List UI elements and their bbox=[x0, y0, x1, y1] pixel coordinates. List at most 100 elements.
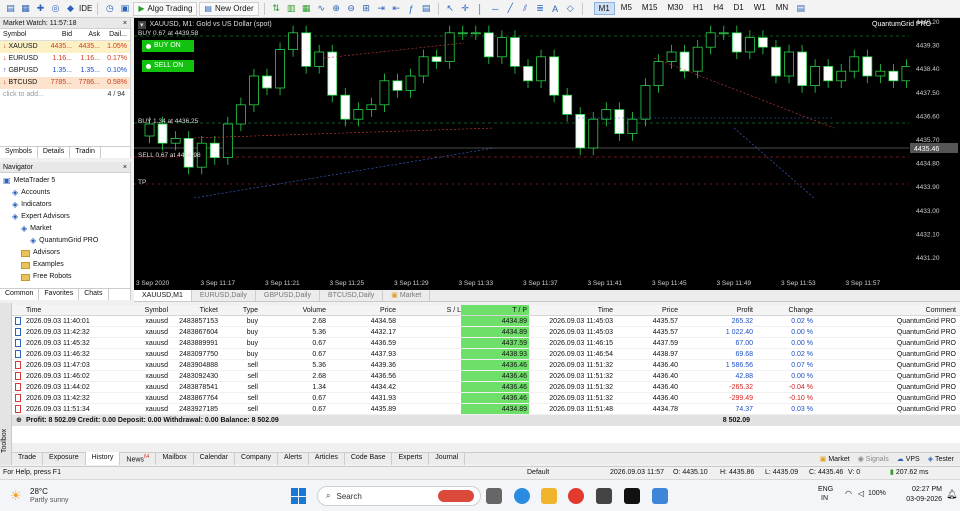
nav-item[interactable]: ◈ Market bbox=[0, 223, 130, 235]
tab-code-base[interactable]: Code Base bbox=[345, 451, 393, 466]
zoom-icon[interactable]: ◎ bbox=[49, 2, 62, 15]
table-row[interactable]: 2026.09.03 11:47:03 xauusd 2483904888 sell 5… bbox=[12, 360, 960, 371]
line-chart-icon[interactable]: ∿ bbox=[315, 2, 328, 15]
windows-start-icon[interactable] bbox=[291, 488, 307, 504]
new-file-icon[interactable]: ▤ bbox=[4, 2, 17, 15]
profiles-icon[interactable]: ▦ bbox=[19, 2, 32, 15]
table-row[interactable]: 2026.09.03 11:46:32 xauusd 2483097750 buy 0.… bbox=[12, 349, 960, 360]
cursor-icon[interactable]: ↖ bbox=[444, 2, 457, 15]
connection-traffic[interactable]: ▮ 207.62 ms bbox=[890, 467, 929, 479]
timeframe-mn[interactable]: MN bbox=[772, 2, 792, 15]
tab-articles[interactable]: Articles bbox=[309, 451, 345, 466]
history-col-header[interactable]: Price bbox=[326, 305, 396, 315]
screenshot-icon[interactable]: ▣ bbox=[118, 2, 131, 15]
table-row[interactable]: 2026.09.03 11:51:34 xauusd 2483927185 sell 0… bbox=[12, 404, 960, 415]
timeframe-m5[interactable]: M5 bbox=[617, 2, 636, 15]
tab-alerts[interactable]: Alerts bbox=[278, 451, 309, 466]
nav-item[interactable]: ◈ Accounts bbox=[0, 187, 130, 199]
timeframe-m15[interactable]: M15 bbox=[638, 2, 662, 15]
timeframe-m30[interactable]: M30 bbox=[663, 2, 687, 15]
nav-item[interactable]: Advisors bbox=[0, 247, 130, 259]
new-order-button[interactable]: ▤ New Order bbox=[199, 1, 259, 16]
shift-icon[interactable]: ⇤ bbox=[390, 2, 403, 15]
add-symbol-row[interactable]: click to add... 4 / 94 bbox=[0, 89, 130, 101]
market-watch-row[interactable]: ↑ GBPUSD 1.35... 1.35... 0.10% bbox=[0, 65, 130, 77]
chart-tab-market[interactable]: ▣ Market bbox=[383, 290, 431, 301]
tab-details[interactable]: Details bbox=[38, 147, 71, 158]
history-col-header[interactable]: Time bbox=[12, 305, 112, 315]
table-row[interactable]: 2026.09.03 11:44:02 xauusd 2483878541 sell 1… bbox=[12, 382, 960, 393]
tab-company[interactable]: Company bbox=[235, 451, 278, 466]
app-icon[interactable] bbox=[596, 488, 612, 504]
toolbox-strip[interactable]: Toolbox bbox=[0, 303, 12, 465]
time-scale[interactable]: 3 Sep 2020 3 Sep 11:17 3 Sep 11:21 3 Sep 11… bbox=[136, 280, 880, 287]
tab-experts[interactable]: Experts bbox=[392, 451, 430, 466]
chart-menu-icon[interactable]: ▾ bbox=[138, 21, 146, 29]
sell-icon[interactable]: ▥ bbox=[285, 2, 298, 15]
buy-sell-icon[interactable]: ⇅ bbox=[270, 2, 283, 15]
close-icon[interactable]: × bbox=[123, 162, 130, 172]
price-chart[interactable]: 4440.20 4439.30 4438.40 4437.50 4436.60 4435.… bbox=[134, 18, 960, 290]
nav-item[interactable]: ◈ Indicators bbox=[0, 199, 130, 211]
history-icon[interactable]: ◷ bbox=[103, 2, 116, 15]
grid-icon[interactable]: ⊞ bbox=[360, 2, 373, 15]
edge-icon[interactable] bbox=[514, 488, 530, 504]
metatrader-icon[interactable] bbox=[652, 488, 668, 504]
tab-exposure[interactable]: Exposure bbox=[43, 451, 86, 466]
buy-on-button[interactable]: BUY ON bbox=[142, 40, 194, 52]
volume-icon[interactable]: ◁ bbox=[858, 489, 864, 498]
text-icon[interactable]: A bbox=[549, 2, 562, 15]
input-language[interactable]: ENG bbox=[818, 486, 833, 493]
templates-icon[interactable]: ▤ bbox=[420, 2, 433, 15]
chart-canvas[interactable]: 4440.204439.304438.404437.504436.604435.… bbox=[134, 18, 960, 290]
sell-on-button[interactable]: SELL ON bbox=[142, 60, 194, 72]
history-col-header[interactable]: Profit bbox=[678, 305, 753, 315]
nav-item[interactable]: ◈ QuantumGrid PRO bbox=[0, 235, 130, 247]
nav-item[interactable]: Free Robots bbox=[0, 271, 130, 283]
input-region[interactable]: IN bbox=[821, 495, 828, 502]
history-col-header[interactable]: Time bbox=[529, 305, 613, 315]
wifi-icon[interactable]: ◠ bbox=[845, 489, 852, 498]
history-col-header[interactable]: Volume bbox=[258, 305, 326, 315]
vertical-line-icon[interactable]: │ bbox=[474, 2, 487, 15]
table-row[interactable]: 2026.09.03 11:42:32 xauusd 2483867604 buy 5.… bbox=[12, 327, 960, 338]
history-col-header[interactable]: Comment bbox=[813, 305, 959, 315]
timeframe-d1[interactable]: D1 bbox=[730, 2, 748, 15]
nav-item[interactable]: ◈ Expert Advisors bbox=[0, 211, 130, 223]
autoscroll-icon[interactable]: ⇥ bbox=[375, 2, 388, 15]
fibonacci-icon[interactable]: ≣ bbox=[534, 2, 547, 15]
table-row[interactable]: 2026.09.03 11:46:02 xauusd 2483092430 sell 2… bbox=[12, 371, 960, 382]
tester-link[interactable]: ◈ Tester bbox=[928, 455, 954, 463]
timeframe-w1[interactable]: W1 bbox=[750, 2, 770, 15]
tab-favorites[interactable]: Favorites bbox=[39, 289, 80, 300]
indicators-icon[interactable]: ƒ bbox=[405, 2, 418, 15]
chrome-icon[interactable] bbox=[568, 488, 584, 504]
tab-chats[interactable]: Chats bbox=[79, 289, 109, 300]
tab-symbols[interactable]: Symbols bbox=[0, 147, 38, 158]
tab-trade[interactable]: Trade bbox=[12, 451, 44, 466]
ide-label[interactable]: IDE bbox=[79, 4, 92, 13]
plus-icon[interactable]: ✚ bbox=[34, 2, 47, 15]
history-col-header[interactable]: Price bbox=[613, 305, 678, 315]
notifications-icon[interactable]: 🔔︎ bbox=[946, 489, 957, 500]
tab-history[interactable]: History bbox=[85, 451, 121, 466]
ide-icon[interactable]: ◆ bbox=[64, 2, 77, 15]
zoom-in-icon[interactable]: ⊕ bbox=[330, 2, 343, 15]
trendline-icon[interactable]: ╱ bbox=[504, 2, 517, 15]
battery-level[interactable]: 100% bbox=[868, 490, 886, 497]
history-col-header[interactable]: S / L bbox=[396, 305, 461, 315]
weather-temp[interactable]: 28°C bbox=[30, 487, 48, 496]
candles-icon[interactable]: ▦ bbox=[300, 2, 313, 15]
table-row[interactable]: 2026.09.03 11:42:32 xauusd 2483867764 sell 0… bbox=[12, 393, 960, 404]
close-icon[interactable]: × bbox=[123, 18, 130, 28]
history-col-header[interactable]: T / P bbox=[461, 305, 529, 315]
chart-tab-gbpusd[interactable]: GBPUSD,Daily bbox=[256, 290, 320, 301]
chart-tab-eurusd[interactable]: EURUSD,Daily bbox=[192, 290, 256, 301]
history-col-header[interactable]: Change bbox=[753, 305, 813, 315]
clock-date[interactable]: 03-09-2026 bbox=[898, 496, 942, 503]
taskbar-search[interactable]: ⌕ Search bbox=[317, 486, 481, 506]
tab-journal[interactable]: Journal bbox=[429, 451, 466, 466]
channel-icon[interactable]: ⫽ bbox=[519, 2, 532, 15]
zoom-out-icon[interactable]: ⊖ bbox=[345, 2, 358, 15]
tab-common[interactable]: Common bbox=[0, 289, 40, 300]
